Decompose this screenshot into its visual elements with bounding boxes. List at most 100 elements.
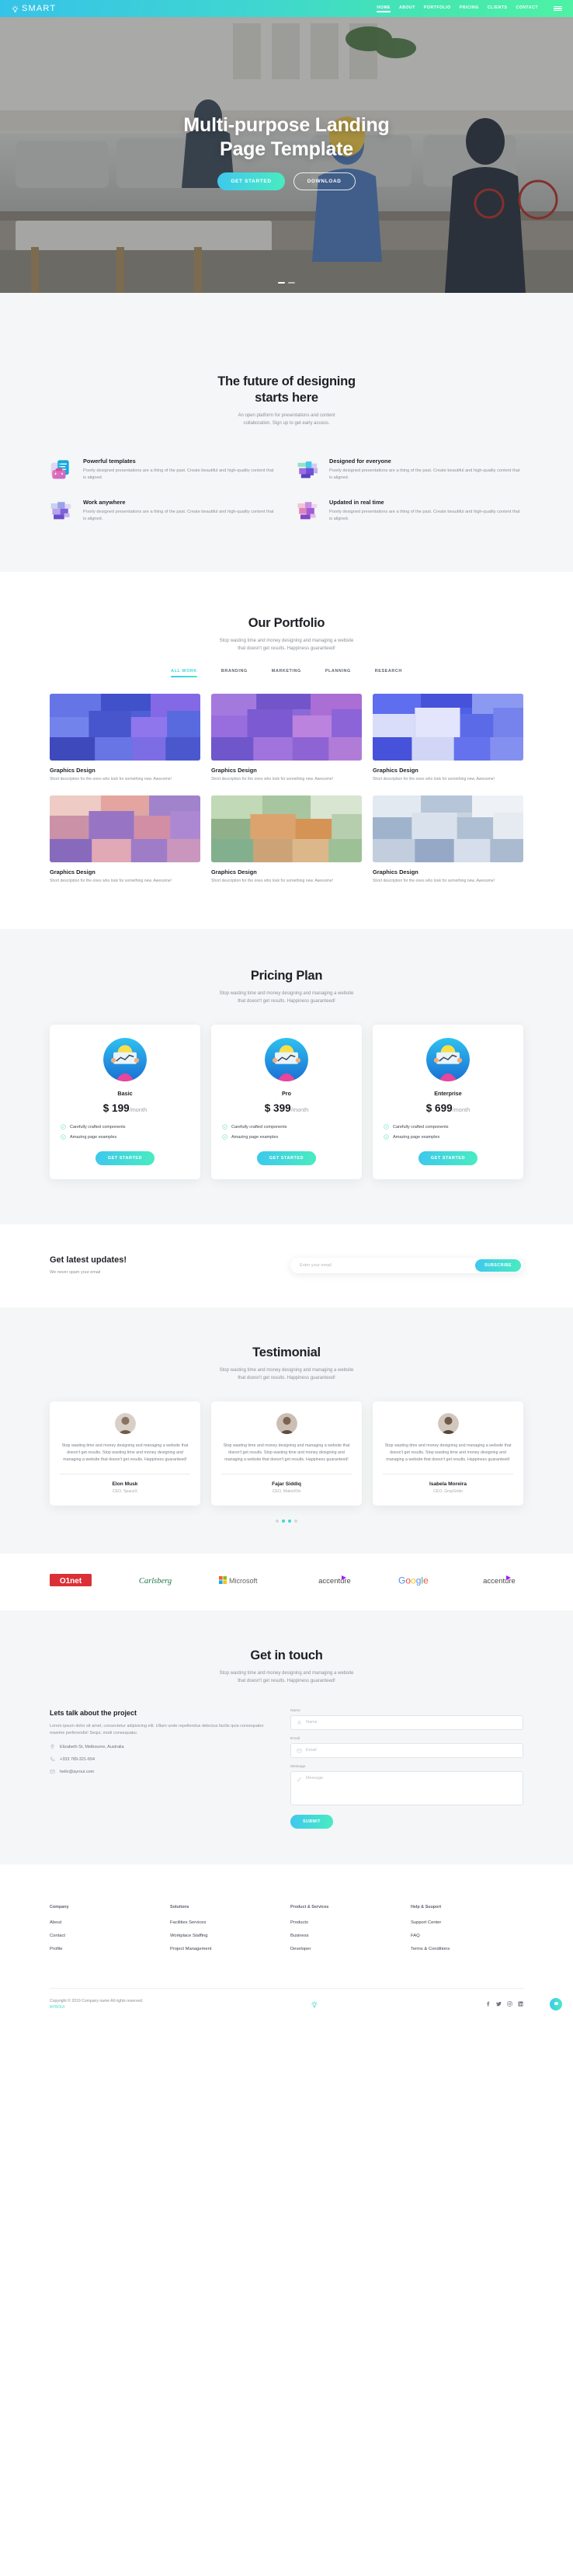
nav-item-portfolio[interactable]: PORTFOLIO [424,5,451,12]
portfolio-card[interactable]: Graphics Design Short description for th… [50,693,200,782]
footer-link-about[interactable]: About [50,1920,162,1925]
linkedin-icon[interactable] [518,2001,523,2007]
footer-link-faq[interactable]: FAQ [411,1934,523,1938]
twitter-icon[interactable] [496,2001,502,2007]
hero-title-line1: Multi-purpose Landing [183,114,390,137]
pricing-amount: $ 399 [264,1102,291,1115]
hero-dot-1[interactable] [278,282,285,284]
footer-link-business[interactable]: Business [290,1934,403,1938]
portfolio-title: Our Portfolio [248,616,325,630]
name-input[interactable] [306,1720,517,1725]
pricing-feature-label: Carefully crafted components [70,1124,126,1130]
contact-title: Get in touch [250,1648,323,1662]
pricing-get-started-button[interactable]: GET STARTED [256,1151,317,1166]
pricing-get-started-button[interactable]: GET STARTED [418,1151,478,1166]
footer-link-developer[interactable]: Developer [290,1947,403,1951]
portfolio-card-desc: Short description for the ones who look … [211,879,334,884]
portfolio-section: Our Portfolio Stop wasting time and mone… [0,572,573,930]
footer-logo[interactable] [311,2000,318,2008]
avatar [276,1412,297,1434]
footer-link-contact[interactable]: Contact [50,1934,162,1938]
pricing-card-pro: Pro $ 399/month Carefully crafted compon… [211,1025,362,1180]
nav-item-home[interactable]: HOME [377,5,391,12]
nav-item-clients[interactable]: CLIENTS [488,5,508,12]
pricing-features: Carefully crafted components Amazing pag… [61,1124,189,1144]
get-started-button[interactable]: GET STARTED [217,172,285,190]
nav-item-contact[interactable]: CONTACT [516,5,538,12]
pricing-feature: Amazing page examples [61,1134,189,1140]
hero-dot-2[interactable] [288,282,295,284]
portfolio-card[interactable]: Graphics Design Short description for th… [50,795,200,884]
footer-link-project-management[interactable]: Project Management [170,1947,283,1951]
tab-marketing[interactable]: MARKETING [272,669,301,677]
contact-subtitle-line2: that doesn't get results. Happiness guar… [238,1678,335,1683]
footer-social-links [485,2001,523,2007]
feature-body: Poorly designed presentations are a thin… [83,510,274,522]
portfolio-card-title: Graphics Design [373,766,418,774]
pencil-icon [297,1777,302,1781]
footer-link-profile[interactable]: Profile [50,1947,162,1951]
footer-credit-link[interactable]: AYROUI [50,2005,64,2010]
contact-subtitle: Stop wasting time and money designing an… [50,1670,523,1686]
brand-logo[interactable]: SMART [11,4,56,13]
portfolio-card[interactable]: Graphics Design Short description for th… [373,693,523,782]
footer-link-workplace-staffing[interactable]: Workplace Staffing [170,1934,283,1938]
tab-branding[interactable]: BRANDING [221,669,248,677]
pricing-period: /month [452,1106,471,1114]
instagram-icon[interactable] [507,2001,512,2007]
subscribe-button[interactable]: SUBSCRIBE [474,1258,521,1272]
pricing-grid: Basic $ 199/month Carefully crafted comp… [50,1025,523,1180]
pricing-avatar [426,1038,470,1082]
portfolio-card-title: Graphics Design [50,766,96,774]
nav-item-about[interactable]: ABOUT [399,5,415,12]
email-input[interactable] [306,1748,517,1753]
hamburger-menu-icon[interactable] [554,5,562,12]
pricing-period: /month [290,1106,309,1114]
contact-phone: +333 789-321-654 [50,1756,267,1762]
feature-title: Powerful templates [83,458,136,465]
tab-all-work[interactable]: ALL WORK [171,669,197,677]
envelope-icon [297,1748,302,1753]
testimonial-dot-2[interactable] [282,1519,285,1523]
feature-item: Updated in real time Poorly designed pre… [296,499,523,525]
chat-floating-button[interactable] [550,1997,562,2010]
testimonial-dot-1[interactable] [276,1519,279,1523]
testimonial-dot-4[interactable] [294,1519,297,1523]
feature-grid: Powerful templates Poorly designed prese… [50,458,523,525]
features-title-line2: starts here [255,391,318,406]
svg-text:O1net: O1net [60,1577,82,1586]
feature-title: Updated in real time [329,499,384,506]
tab-planning[interactable]: PLANNING [325,669,351,677]
portfolio-card[interactable]: Graphics Design Short description for th… [211,795,362,884]
pricing-feature: Carefully crafted components [384,1124,512,1130]
footer-link-products[interactable]: Products [290,1920,403,1925]
footer-link-terms-conditions[interactable]: Terms & Conditions [411,1947,523,1951]
pricing-feature: Amazing page examples [222,1134,351,1140]
footer-link-facilities-services[interactable]: Facilities Services [170,1920,283,1925]
feature-title: Designed for everyone [329,458,391,465]
pricing-feature-label: Amazing page examples [231,1134,279,1140]
pricing-get-started-button[interactable]: GET STARTED [95,1151,155,1166]
facebook-icon[interactable] [485,2001,491,2007]
pricing-feature: Amazing page examples [384,1134,512,1140]
portfolio-card[interactable]: Graphics Design Short description for th… [211,693,362,782]
portfolio-card-desc: Short description for the ones who look … [373,879,495,884]
footer-link-support-center[interactable]: Support Center [411,1920,523,1925]
testimonial-dot-3[interactable] [288,1519,291,1523]
footer-column-heading: Solutions [170,1904,189,1909]
submit-button[interactable]: SUBMIT [290,1814,333,1829]
contact-info: Lets talk about the project Lorem ipsum … [50,1709,267,1829]
download-button[interactable]: DOWNLOAD [293,172,356,190]
pricing-feature-label: Amazing page examples [393,1134,440,1140]
message-textarea[interactable] [306,1775,517,1785]
client-logo-accenture: accenture [311,1574,359,1590]
portfolio-card-desc: Short description for the ones who look … [373,776,495,782]
nav-item-pricing[interactable]: PRICING [460,5,479,12]
testimonial-role: CEO, GrayGrids [433,1488,463,1494]
tab-research[interactable]: RESEARCH [375,669,402,677]
portfolio-thumbnail [211,795,362,863]
brand-name: SMART [22,4,57,13]
portfolio-card[interactable]: Graphics Design Short description for th… [373,795,523,884]
testimonial-author: Elon Musk [112,1481,138,1487]
newsletter-email-input[interactable] [300,1262,475,1268]
